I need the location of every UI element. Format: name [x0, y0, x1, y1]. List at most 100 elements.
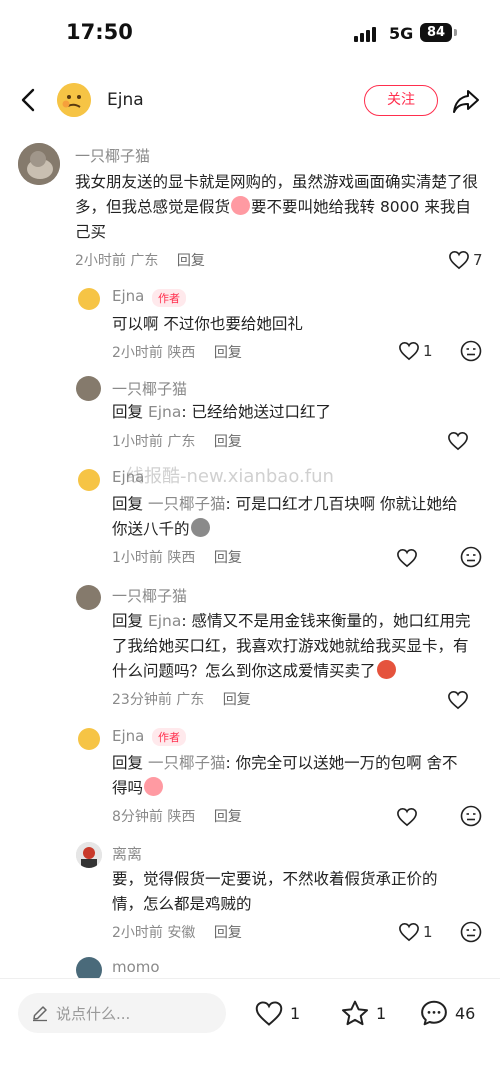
poop-emoji	[190, 518, 210, 537]
heart-icon	[397, 548, 417, 568]
dislike-icon[interactable]	[460, 340, 482, 362]
replier-avatar[interactable]	[76, 842, 102, 868]
reply-button[interactable]: 回复	[214, 550, 242, 566]
replier-avatar[interactable]	[76, 376, 101, 401]
like-button[interactable]	[447, 688, 469, 712]
heart-icon	[255, 1000, 283, 1026]
comment-item: 一只椰子猫 我女朋友送的显卡就是网购的，虽然游戏画面确实清楚了很多，但我总感觉是…	[0, 140, 500, 280]
author-name[interactable]: Ejna	[107, 90, 144, 110]
comment-input[interactable]: 说点什么...	[18, 993, 226, 1033]
pencil-icon	[33, 1006, 47, 1022]
comments-button[interactable]: 46	[419, 997, 475, 1029]
like-button[interactable]	[396, 805, 418, 829]
dislike-icon[interactable]	[460, 546, 482, 568]
post-like-count: 1	[290, 1003, 301, 1023]
replier-avatar[interactable]	[76, 585, 101, 610]
reply-time: 1小时前	[112, 550, 163, 566]
replier-name[interactable]: momo	[112, 958, 160, 976]
like-button[interactable]	[447, 429, 469, 453]
replier-name[interactable]: Ejna	[112, 468, 144, 486]
reply-item: Ejna 作者 回复 一只椰子猫: 你完全可以送她一万的包啊 舍不得吗 8分钟前…	[0, 725, 500, 835]
reply-meta: 8分钟前 陕西 回复	[112, 806, 242, 826]
reply-button[interactable]: 回复	[177, 253, 205, 269]
reply-item: 离离 要，觉得假货一定要说，不然收着假货承正价的情，怎么都是鸡贼的 2小时前 安…	[0, 840, 500, 950]
author-badge: 作者	[152, 728, 186, 746]
replier-avatar[interactable]	[78, 469, 100, 491]
reply-item: 一只椰子猫 回复 Ejna: 感情又不是用金钱来衡量的，她口红用完了我给她买口红…	[0, 583, 500, 713]
like-count: 7	[473, 251, 483, 269]
reply-text: 回复 一只椰子猫: 你完全可以送她一万的包啊 舍不得吗	[112, 751, 472, 801]
share-icon[interactable]	[451, 86, 481, 116]
dislike-icon[interactable]	[460, 805, 482, 827]
reply-item: momo	[0, 955, 500, 979]
back-arrow-icon[interactable]	[14, 84, 44, 116]
heart-icon	[448, 690, 468, 710]
heart-icon	[397, 807, 417, 827]
reply-button[interactable]: 回复	[214, 434, 242, 450]
dislike-icon[interactable]	[460, 921, 482, 943]
comment-time: 2小时前	[75, 253, 126, 269]
network-label: 5G	[389, 24, 414, 43]
like-button[interactable]: 1	[398, 920, 433, 944]
reply-location: 广东	[167, 434, 196, 450]
reply-time: 8分钟前	[112, 809, 163, 825]
reply-button[interactable]: 回复	[223, 692, 251, 708]
reply-text: 要，觉得假货一定要说，不然收着假货承正价的情，怎么都是鸡贼的	[112, 870, 438, 913]
heart-icon	[448, 431, 468, 451]
reply-text: 回复 Ejna: 已经给她送过口红了	[112, 400, 462, 425]
like-count: 1	[423, 923, 433, 941]
heart-icon	[449, 250, 469, 270]
pig-face-emoji	[231, 196, 251, 215]
replier-avatar[interactable]	[78, 728, 100, 750]
reply-to-name[interactable]: Ejna	[148, 612, 181, 630]
heart-icon	[399, 922, 419, 942]
reply-button[interactable]: 回复	[214, 925, 242, 941]
comment-meta: 2小时前 广东 回复	[75, 250, 205, 270]
replier-name[interactable]: Ejna	[112, 727, 144, 745]
reply-text-part: : 已经给她送过口红了	[181, 403, 332, 421]
star-icon	[342, 1000, 368, 1025]
like-count: 1	[423, 342, 433, 360]
reply-location: 广东	[176, 692, 205, 708]
battery-tip	[454, 29, 457, 36]
reply-meta: 1小时前 广东 回复	[112, 431, 242, 451]
reply-text: 可以啊 不过你也要给她回礼	[112, 315, 303, 333]
commenter-avatar[interactable]	[18, 143, 60, 185]
reply-prefix: 回复	[112, 754, 144, 772]
reply-location: 陕西	[167, 550, 196, 566]
chat-bubble-icon	[421, 1000, 447, 1026]
battery-icon: 84	[420, 23, 452, 42]
replier-name[interactable]: 离离	[112, 843, 142, 864]
status-bar: 17:50 5G 84	[0, 0, 500, 66]
favorite-count: 1	[376, 1003, 387, 1023]
bottom-bar: 说点什么... 1 1 46	[0, 978, 500, 1084]
like-button[interactable]	[396, 546, 418, 570]
replier-avatar[interactable]	[78, 288, 100, 310]
reply-to-name[interactable]: Ejna	[148, 403, 181, 421]
reply-to-name[interactable]: 一只椰子猫	[148, 754, 226, 772]
replier-name[interactable]: Ejna	[112, 287, 144, 305]
reply-time: 1小时前	[112, 434, 163, 450]
reply-location: 安徽	[167, 925, 196, 941]
reply-item: Ejna 回复 一只椰子猫: 可是口红才几百块啊 你就让她给你送八千的 1小时前…	[0, 466, 500, 576]
reply-button[interactable]: 回复	[214, 345, 242, 361]
comment-input-placeholder: 说点什么...	[56, 1005, 131, 1023]
replier-name[interactable]: 一只椰子猫	[112, 378, 187, 399]
reply-button[interactable]: 回复	[214, 809, 242, 825]
commenter-name[interactable]: 一只椰子猫	[75, 145, 150, 166]
replier-avatar[interactable]	[76, 957, 102, 979]
replier-name[interactable]: 一只椰子猫	[112, 585, 187, 606]
reply-location: 陕西	[167, 809, 196, 825]
reply-meta: 23分钟前 广东 回复	[112, 689, 251, 709]
favorite-button[interactable]: 1	[340, 997, 386, 1029]
reply-prefix: 回复	[112, 495, 144, 513]
crying-face-emoji	[144, 777, 164, 796]
reply-meta: 2小时前 陕西 回复	[112, 342, 242, 362]
author-avatar[interactable]	[57, 83, 91, 117]
reply-to-name[interactable]: 一只椰子猫	[148, 495, 226, 513]
like-button[interactable]: 1	[398, 339, 433, 363]
like-button[interactable]: 7	[448, 248, 483, 272]
like-post-button[interactable]: 1	[254, 997, 300, 1029]
signal-icon	[354, 26, 378, 42]
follow-button[interactable]: 关注	[364, 85, 438, 116]
